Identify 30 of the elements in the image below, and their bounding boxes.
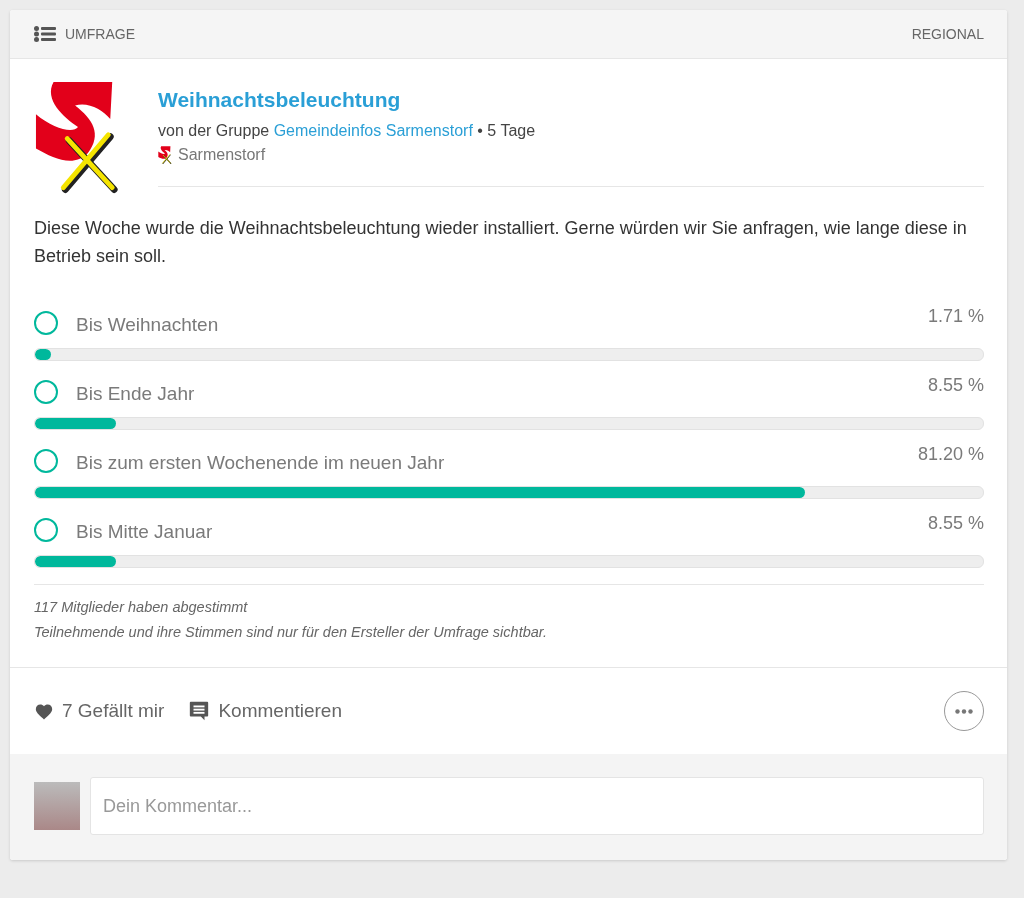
radio-button[interactable] <box>34 449 58 474</box>
post-title-link[interactable]: Weihnachtsbeleuchtung <box>158 88 401 111</box>
option-label: Bis zum ersten Wochenende im neuen Jahr <box>76 452 446 475</box>
option-label: Bis Ende Jahr <box>76 383 196 406</box>
radio-button[interactable] <box>34 311 58 336</box>
ellipsis-icon <box>955 708 973 714</box>
option-label: Bis Weihnachten <box>76 314 220 337</box>
vote-count-note: 117 Mitglieder haben abgestimmt <box>34 598 249 618</box>
comment-button[interactable]: Kommentieren <box>188 700 342 723</box>
like-button[interactable]: 7 Gefällt mir <box>34 700 165 723</box>
option-percentage: 8.55 % <box>927 513 984 535</box>
scope-label: REGIONAL <box>911 26 984 42</box>
avatar-placeholder <box>34 782 80 831</box>
option-percentage: 81.20 % <box>917 444 984 466</box>
option-percentage: 8.55 % <box>927 375 984 397</box>
option-percentage: 1.71 % <box>927 306 984 328</box>
option-label: Bis Mitte Januar <box>76 521 214 544</box>
group-link[interactable]: Gemeindeinfos Sarmenstorf <box>273 122 473 139</box>
post-type-label: UMFRAGE <box>65 26 135 42</box>
byline-text: von der Gruppe Gemeindeinfos Sarmenstorf • 5 Tage <box>158 122 537 140</box>
logo-icon <box>158 146 172 165</box>
location-label: Sarmenstorf <box>178 146 266 165</box>
radio-button[interactable] <box>34 380 58 405</box>
comment-icon <box>188 700 211 723</box>
heart-icon <box>34 702 54 721</box>
visibility-note: Teilnehmende und ihre Stimmen sind nur für den Ersteller der Umfrage sichtbar. <box>34 623 549 643</box>
list-icon <box>34 26 56 42</box>
description-text: Diese Woche wurde die Weihnachtsbeleuchtung wieder installiert. Gerne würden wir Sie anfragen, wie lange diese in Betrieb sein soll. <box>34 217 968 269</box>
radio-button[interactable] <box>34 518 58 543</box>
comment-input-field[interactable]: Dein Kommentar... <box>90 777 984 836</box>
